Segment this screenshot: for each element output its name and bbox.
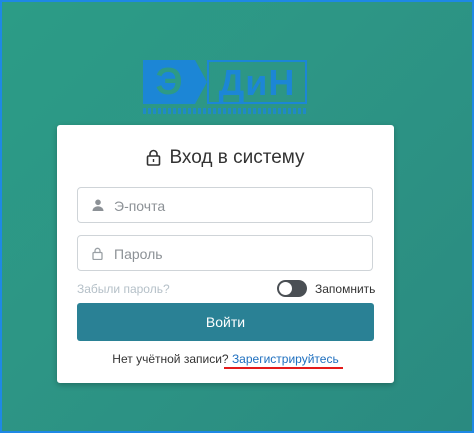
register-highlight-underline [224, 367, 343, 369]
login-title-text: Вход в систему [169, 147, 305, 168]
logo-arrow [195, 60, 207, 104]
forgot-password-link[interactable]: Забыли пароль? [77, 282, 170, 296]
remember-toggle[interactable] [277, 280, 307, 297]
logo-letter: Э [155, 61, 183, 103]
no-account-text: Нет учётной записи? [112, 352, 229, 366]
register-link[interactable]: Зарегистрируйтесь [232, 352, 339, 366]
login-card: Вход в систему Забыли пароль? Запомнить … [57, 125, 394, 383]
logo-tagline [143, 108, 308, 114]
remember-label: Запомнить [315, 282, 376, 296]
email-input[interactable] [112, 188, 366, 224]
brand-logo: Э ДиН [143, 60, 308, 120]
register-prompt: Нет учётной записи? Зарегистрируйтесь [57, 352, 394, 366]
email-field[interactable] [77, 187, 373, 224]
login-button[interactable]: Войти [77, 303, 374, 341]
toggle-knob [279, 282, 292, 295]
login-title: Вход в систему [57, 147, 394, 169]
logo-word: ДиН [207, 60, 307, 104]
password-field[interactable] [77, 235, 373, 272]
user-icon [92, 199, 104, 211]
password-lock-icon [92, 247, 103, 260]
password-input[interactable] [112, 236, 366, 272]
lock-icon [147, 150, 161, 167]
